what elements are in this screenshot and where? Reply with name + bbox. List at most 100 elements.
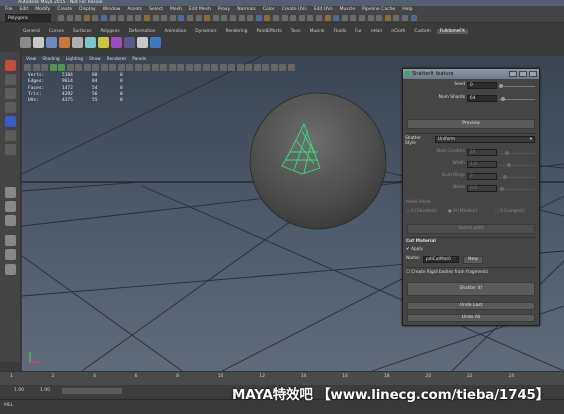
width-field[interactable]: 1.0 [467,161,497,168]
menu-item-edit-mesh[interactable]: Edit Mesh [189,7,211,12]
layout-side-icon[interactable] [5,215,16,226]
menu-item-display[interactable]: Display [79,7,96,12]
status-tool-icon[interactable] [58,15,64,21]
status-tool-icon[interactable] [92,15,99,21]
shelf-tool-icon[interactable] [111,37,122,48]
status-tool-icon[interactable] [410,15,417,21]
status-tool-icon[interactable] [169,15,176,21]
status-tool-icon[interactable] [126,15,133,21]
shelf-tool-icon[interactable] [98,37,109,48]
viewport-tool-icon[interactable] [211,64,218,71]
menu-item-proxy[interactable]: Proxy [218,7,230,12]
viewport-tool-icon[interactable] [168,64,176,71]
shelf-tab-fulldomefx[interactable]: FulldomeFX [436,28,468,34]
status-tool-icon[interactable] [75,15,82,21]
noise-slider[interactable] [499,189,535,190]
viewport-tool-icon[interactable] [83,64,91,71]
shelf-tool-icon[interactable] [59,37,70,48]
range-start-field[interactable]: 1.00 [14,388,24,393]
viewport-tool-icon[interactable] [134,64,142,71]
range-end-field[interactable]: 1.00 [40,388,50,393]
mode-radio-median[interactable]: ● M [Median] [448,209,477,214]
shelf-tool-icon[interactable] [137,37,148,48]
status-tool-icon[interactable] [187,15,193,21]
status-tool-icon[interactable] [144,15,150,21]
shelf-tab-animation[interactable]: Animation [161,29,189,34]
shelf-tab-general[interactable]: General [20,29,43,34]
status-tool-icon[interactable] [316,15,322,21]
layout-hypershade-icon[interactable] [5,249,16,260]
status-tool-icon[interactable] [298,15,305,21]
layout-single-icon[interactable] [5,187,16,198]
status-tool-icon[interactable] [221,15,228,21]
close-icon[interactable] [529,71,537,77]
num-shards-slider-knob[interactable] [501,97,505,101]
shelf-tab-curves[interactable]: Curves [46,29,67,34]
status-tool-icon[interactable] [367,15,374,21]
menu-item-color[interactable]: Color [263,7,275,12]
status-tool-icon[interactable] [212,15,219,21]
seed-slider[interactable] [499,86,535,87]
shelf-tab-deformation[interactable]: Deformation [126,29,159,34]
shelf-tab-fluids[interactable]: Fluids [331,29,350,34]
viewport-menu-panels[interactable]: Panels [132,57,146,62]
viewport-tool-icon[interactable] [109,64,116,71]
viewport-tool-icon[interactable] [219,64,227,71]
shatter-style-dropdown[interactable]: Uniform ▾ [435,136,535,143]
maximize-icon[interactable] [519,71,527,77]
viewport-tool-icon[interactable] [41,64,48,71]
viewport-tool-icon[interactable] [177,64,184,71]
status-tool-icon[interactable] [333,15,340,21]
status-tool-icon[interactable] [152,15,159,21]
viewport-tool-icon[interactable] [228,64,235,71]
viewport-tool-icon[interactable] [49,64,57,71]
viewport-tool-icon[interactable] [100,64,108,71]
viewport-tool-icon[interactable] [75,64,82,71]
menu-item-edit[interactable]: Edit [20,7,29,12]
mode-radio-longest[interactable]: ○ 0 [Longest] [495,209,525,214]
apply-checkbox[interactable]: ✔ Apply [406,247,423,252]
menu-item-mesh[interactable]: Mesh [170,7,182,12]
num-shards-field[interactable]: 64 [467,95,497,102]
shelf-tool-icon[interactable] [124,37,135,48]
mode-radio-shortest[interactable]: ○ 0 [Shortest] [406,209,437,214]
status-tool-icon[interactable] [384,15,391,21]
menu-item-pipeline-cache[interactable]: Pipeline Cache [362,7,395,12]
preview-button[interactable]: Preview [407,119,535,129]
status-tool-icon[interactable] [161,15,168,21]
sphere-object[interactable] [249,92,387,230]
shelf-tab-nhair[interactable]: nHair [368,29,386,34]
seed-field[interactable]: 0 [467,82,497,89]
viewport-tool-icon[interactable] [24,64,31,71]
viewport-menu-shading[interactable]: Shading [42,57,59,62]
shelf-tab-muscle[interactable]: Muscle [307,29,328,34]
menu-item-create-uvs[interactable]: Create UVs [282,7,307,12]
soft-mod-tool-icon[interactable] [5,144,16,155]
menu-item-window[interactable]: Window [103,7,121,12]
viewport-tool-icon[interactable] [279,64,286,71]
viewport-tool-icon[interactable] [185,64,193,71]
viewport-tool-icon[interactable] [32,64,40,71]
shelf-tab-polygons[interactable]: Polygons [97,29,122,34]
material-name-field[interactable]: pdiCutMat0 [423,256,459,263]
viewport-tool-icon[interactable] [236,64,244,71]
num-rings-field[interactable]: 3 [467,173,497,180]
undo-all-button[interactable]: Undo All [407,314,535,322]
undo-last-button[interactable]: Undo Last [407,302,535,310]
viewport-menu-lighting[interactable]: Lighting [66,57,83,62]
status-tool-icon[interactable] [195,15,202,21]
new-material-button[interactable]: New [463,256,483,264]
paint-select-tool-icon[interactable] [5,88,16,99]
shelf-tab-rendering[interactable]: Rendering [223,29,251,34]
shelf-tool-icon[interactable] [20,37,31,48]
menu-item-create[interactable]: Create [57,7,72,12]
menu-item-assets[interactable]: Assets [127,7,142,12]
viewport-tool-icon[interactable] [270,64,278,71]
num-centers-knob[interactable] [505,151,509,155]
viewport-menu-show[interactable]: Show [89,57,101,62]
status-tool-icon[interactable] [402,15,408,21]
status-tool-icon[interactable] [393,15,400,21]
viewport-tool-icon[interactable] [194,64,201,71]
status-tool-icon[interactable] [307,15,314,21]
status-tool-icon[interactable] [359,15,365,21]
